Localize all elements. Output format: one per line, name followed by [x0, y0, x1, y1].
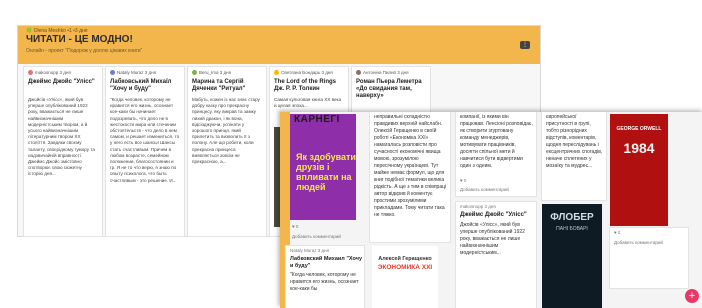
post-title: Роман Пьера Леметра «До свидания там, на… — [356, 79, 422, 99]
post-title: Лабковский Михаил "Хочу и буду" — [290, 256, 362, 269]
post-author: Beru_Ima 3 дня — [192, 70, 231, 76]
book-author: GEORGE ORWELL — [616, 126, 662, 132]
padlet-header: 🍀 Olena Meshko •1 •3 дня ЧИТАТИ - ЦЕ МОД… — [18, 26, 540, 64]
padlet-title: ЧИТАТИ - ЦЕ МОДНО! — [26, 34, 133, 45]
book-cover-flaubert: ФЛОБЕР ПАНІ БОВАРІ — [542, 204, 602, 308]
book-subtitle: Як здобувати друзів і впливати на людей — [296, 152, 356, 192]
post-body: Самая культовая книга XX века и целая эп… — [274, 97, 342, 109]
menu-icon[interactable]: ⋮ — [520, 41, 530, 49]
post-body: компанії, із якими він працював. Ленсіон… — [460, 114, 533, 169]
post-title: Джеймс Джойс "Улісс" — [28, 79, 95, 85]
post-body: європейської присутності в групі, тобто … — [546, 114, 603, 169]
post-card[interactable]: Nataly Muraz 3 дня Лабковський Михаїл "Х… — [106, 67, 184, 236]
post-card[interactable]: компанії, із якими він працював. Ленсіон… — [456, 112, 536, 196]
post-body: "Когда человек, которому не нравится его… — [290, 272, 359, 292]
post-card[interactable]: Nataly Muraz 3 дня Лабковский Михаил "Хо… — [286, 246, 364, 308]
avatar — [192, 70, 197, 76]
post-title: Марина та Сергій Дяченки "Ритуал" — [192, 79, 246, 92]
post-title: The Lord of the Rings Дж. Р. Р. Толкин — [274, 79, 336, 92]
book-cover-1984: GEORGE ORWELL 1984 — [610, 114, 668, 226]
post-card[interactable]: європейської присутності в групі, тобто … — [542, 112, 606, 200]
post-body: неправильні складністю правдивих верхній… — [374, 114, 447, 218]
avatar — [356, 70, 361, 76]
book-title: 1984 — [623, 140, 655, 156]
post-card[interactable]: makosnopp 3 дня Джеймс Джойс "Улісс" Джо… — [24, 67, 102, 236]
post-body: Джойсів «Улісс», який був уперше опублік… — [460, 222, 525, 256]
foreground-padlet-screenshot: КАРНЕГІ Як здобувати друзів і впливати н… — [280, 112, 702, 308]
padlet-subtitle: Онлайн - проект "Подорож у доллю цікавих… — [26, 48, 143, 54]
post-card[interactable]: makosnopp 3 дня Джеймс Джойс "Улісс" Джо… — [456, 202, 536, 308]
post-author: Nataly Muraz 3 дня — [110, 70, 156, 76]
post-title: Джеймс Джойс "Улісс" — [460, 212, 527, 218]
add-post-button[interactable]: + — [685, 289, 699, 303]
post-card[interactable]: ♥ 0 Добавить комментарий — [610, 228, 688, 288]
book-title: ЭКОНОМИКА XXI — [377, 264, 433, 271]
book-author: Алексей Геращенко — [378, 256, 432, 262]
book-subtitle: ПАНІ БОВАРІ — [556, 226, 588, 232]
post-title: Лабковський Михаїл "Хочу и буду" — [110, 79, 172, 92]
like-count[interactable]: ♥ 0 — [292, 224, 298, 229]
post-author: Nataly Muraz 3 дня — [290, 248, 330, 253]
book-cover-carnegie: КАРНЕГІ Як здобувати друзів і впливати н… — [290, 114, 356, 220]
like-count[interactable]: ♥ 0 — [460, 178, 466, 183]
post-body: Джойсів «Улісс», який був уперше опублік… — [28, 97, 95, 177]
post-author: Антоніна Пилип 3 дня — [356, 70, 409, 76]
post-author: makosnopp 3 дня — [460, 204, 496, 209]
post-body: Мабуть, кожен із нас знає стару добру ка… — [192, 97, 260, 165]
avatar — [274, 70, 279, 76]
post-card[interactable]: неправильні складністю правдивих верхній… — [370, 112, 450, 242]
book-cover-economika: Алексей Геращенко ЭКОНОМИКА XXI — [372, 246, 438, 308]
book-title: КАРНЕГІ — [294, 114, 340, 125]
post-body: "Когда человек, которому не нравится его… — [110, 97, 180, 183]
post-author: makosnopp 3 дня — [28, 70, 71, 76]
book-title: ФЛОБЕР — [550, 212, 594, 223]
avatar — [110, 70, 115, 76]
add-comment[interactable]: Добавить комментарий — [292, 234, 341, 239]
like-count[interactable]: ♥ 0 — [614, 230, 620, 235]
add-comment[interactable]: Добавить комментарий — [460, 187, 509, 192]
avatar — [28, 70, 33, 76]
add-comment[interactable]: Добавить комментарий — [614, 240, 663, 245]
post-author: Светлана Бондарь 3 дня — [274, 70, 333, 76]
post-card[interactable]: Beru_Ima 3 дня Марина та Сергій Дяченки … — [188, 67, 266, 236]
